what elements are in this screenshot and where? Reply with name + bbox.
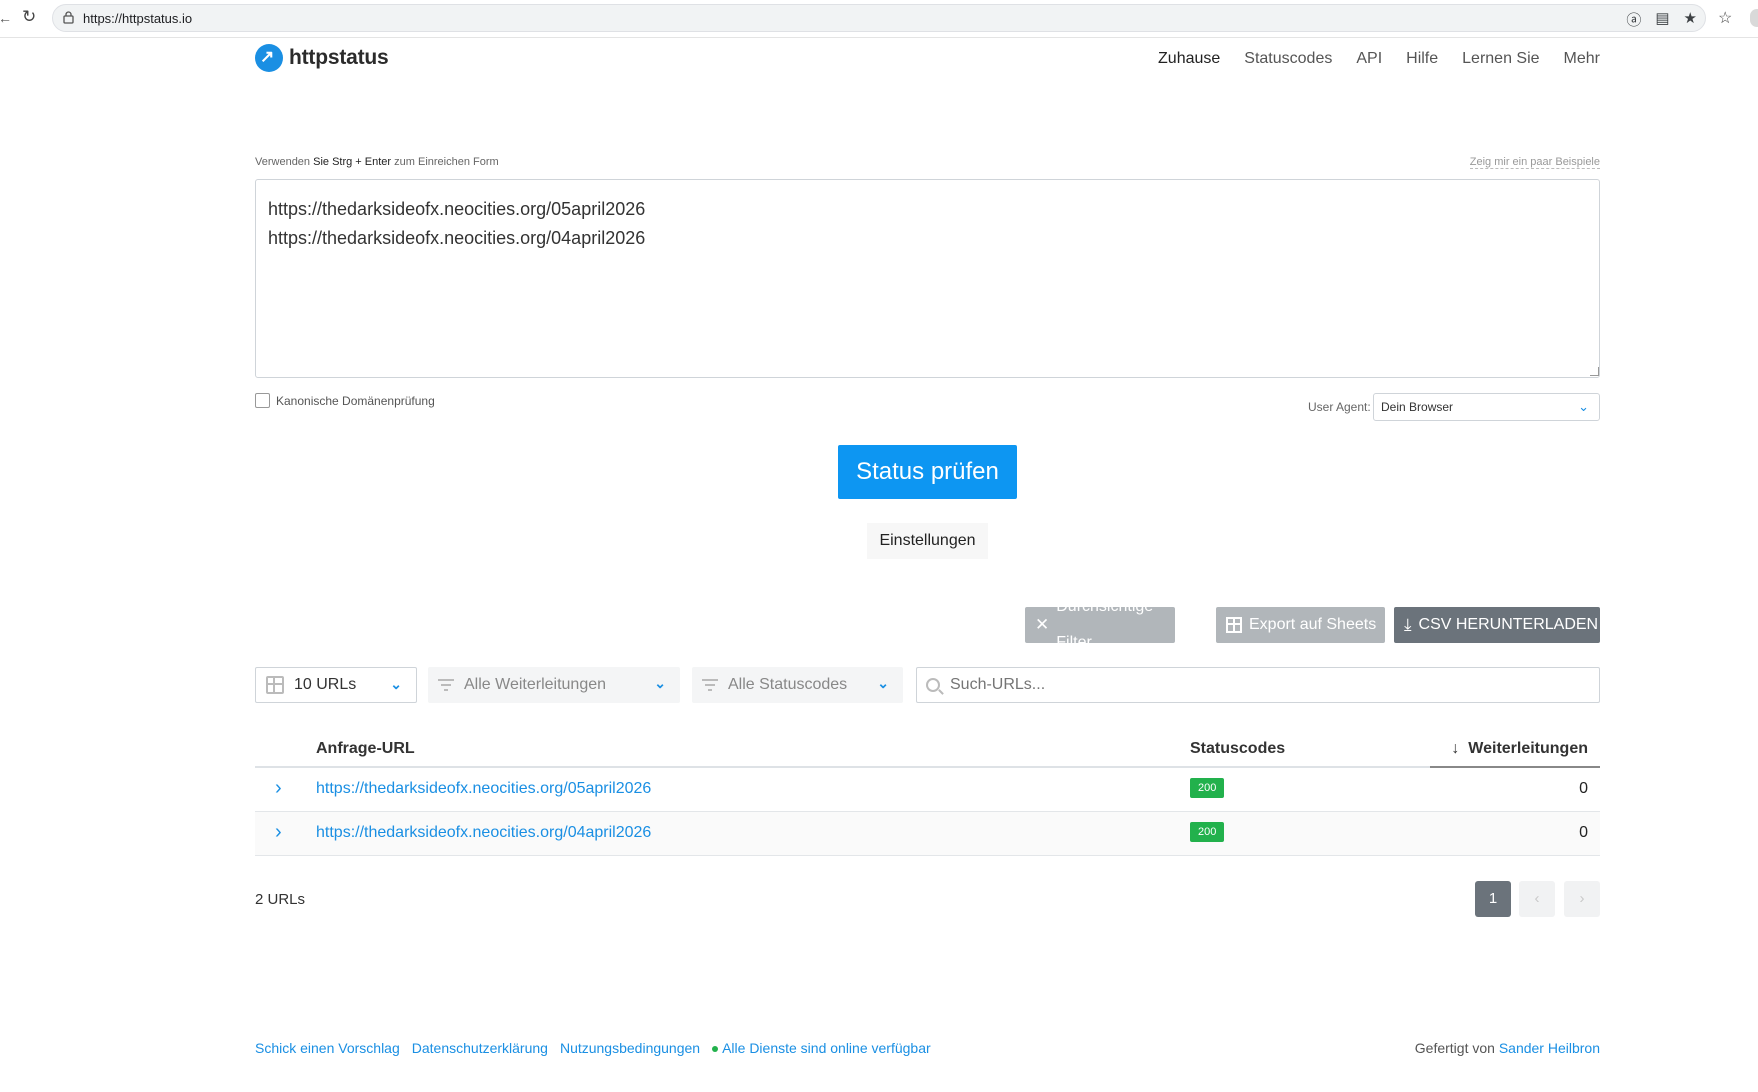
filter-icon bbox=[438, 679, 454, 691]
author-link[interactable]: Sander Heilbron bbox=[1499, 1040, 1600, 1056]
chevron-down-icon: ⌄ bbox=[877, 675, 889, 691]
translate-icon[interactable]: ⓐ bbox=[1626, 9, 1641, 30]
redirect-count: 0 bbox=[1579, 824, 1588, 841]
nav-help[interactable]: Hilfe bbox=[1406, 50, 1438, 68]
request-url-link[interactable]: https://thedarksideofx.neocities.org/05a… bbox=[316, 780, 651, 798]
logo-icon: ↗ bbox=[255, 44, 283, 72]
reload-icon[interactable]: ↻ bbox=[22, 7, 36, 27]
search-input[interactable] bbox=[950, 676, 1550, 694]
table-row: › https://thedarksideofx.neocities.org/0… bbox=[255, 768, 1600, 812]
browser-toolbar: ← ↻ https://httpstatus.io ⓐ ▤ ★ ☆ bbox=[0, 0, 1758, 38]
redirect-filter-select[interactable]: Alle Weiterleitungen ⌄ bbox=[428, 667, 680, 703]
resize-handle-icon[interactable] bbox=[1590, 367, 1599, 376]
examples-link[interactable]: Zeig mir ein paar Beispiele bbox=[1469, 156, 1600, 169]
favorites-icon[interactable]: ☆ bbox=[1718, 8, 1732, 28]
brand-name: httpstatus bbox=[289, 46, 389, 69]
canonical-label: Kanonische Domänenprüfung bbox=[276, 393, 435, 408]
column-header-url[interactable]: Anfrage-URL bbox=[316, 740, 415, 758]
canonical-checkbox[interactable] bbox=[255, 393, 270, 408]
table-header: Anfrage-URL Statuscodes ↓ Weiterleitunge… bbox=[255, 730, 1600, 768]
pagination-prev-icon[interactable]: ‹ bbox=[1519, 881, 1555, 917]
status-badge: 200 bbox=[1190, 778, 1225, 798]
user-agent-label: User Agent: bbox=[1308, 400, 1371, 414]
brand-logo-link[interactable]: ↗ httpstatus bbox=[255, 44, 389, 72]
url-input-textarea[interactable]: https://thedarksideofx.neocities.org/05a… bbox=[255, 179, 1600, 378]
footer-link-privacy[interactable]: Datenschutzerklärung bbox=[412, 1040, 548, 1056]
close-icon: ✕ bbox=[1035, 615, 1050, 634]
csv-download-button[interactable]: ⤓ CSV HERUNTERLADEN bbox=[1394, 607, 1600, 643]
filter-icon bbox=[702, 679, 718, 691]
pagination-page-1[interactable]: 1 bbox=[1475, 881, 1511, 917]
search-icon bbox=[926, 678, 940, 692]
reader-icon[interactable]: ▤ bbox=[1655, 9, 1669, 30]
clear-filters-button[interactable]: ✕ Durchsichtige Filter bbox=[1025, 598, 1175, 651]
nav-api[interactable]: API bbox=[1356, 50, 1382, 68]
url-search[interactable] bbox=[916, 667, 1600, 703]
chevron-down-icon: ⌄ bbox=[654, 675, 666, 691]
address-bar[interactable]: https://httpstatus.io ⓐ ▤ ★ bbox=[52, 4, 1706, 32]
footer-link-suggestion[interactable]: Schick einen Vorschlag bbox=[255, 1040, 400, 1056]
request-url-link[interactable]: https://thedarksideofx.neocities.org/04a… bbox=[316, 824, 651, 842]
spreadsheet-icon bbox=[1226, 617, 1242, 633]
chevron-down-icon: ⌄ bbox=[390, 676, 402, 692]
keyboard-hint: Verwenden Sie Strg + Enter zum Einreiche… bbox=[255, 156, 499, 168]
column-header-redirects[interactable]: ↓ Weiterleitungen bbox=[1451, 740, 1588, 758]
lock-icon bbox=[63, 11, 74, 24]
page-size-select[interactable]: 10 URLs ⌄ bbox=[255, 667, 417, 703]
user-agent-value: Dein Browser bbox=[1381, 400, 1454, 414]
footer-link-terms[interactable]: Nutzungsbedingungen bbox=[560, 1040, 700, 1056]
redirect-count: 0 bbox=[1579, 780, 1588, 797]
sort-down-icon: ↓ bbox=[1451, 740, 1460, 757]
nav-status-codes[interactable]: Statuscodes bbox=[1244, 50, 1332, 68]
status-badge: 200 bbox=[1190, 822, 1225, 842]
user-agent-select[interactable]: Dein Browser ⌄ bbox=[1373, 393, 1600, 421]
check-status-button[interactable]: Status prüfen bbox=[838, 445, 1017, 499]
settings-button[interactable]: Einstellungen bbox=[867, 523, 988, 559]
export-sheets-button[interactable]: Export auf Sheets bbox=[1216, 607, 1385, 643]
footer-status-link[interactable]: Alle Dienste sind online verfügbar bbox=[712, 1040, 931, 1056]
main-nav: Zuhause Statuscodes API Hilfe Lernen Sie… bbox=[1158, 50, 1600, 68]
profile-avatar[interactable] bbox=[1750, 9, 1758, 27]
footer: Schick einen Vorschlag Datenschutzerklär… bbox=[255, 1040, 1600, 1056]
expand-chevron-icon[interactable]: › bbox=[275, 777, 282, 800]
address-text[interactable]: https://httpstatus.io bbox=[83, 11, 192, 26]
canonical-check-option[interactable]: Kanonische Domänenprüfung bbox=[255, 393, 435, 408]
site-header: ↗ httpstatus Zuhause Statuscodes API Hil… bbox=[255, 44, 1600, 76]
grid-icon bbox=[266, 676, 284, 694]
status-filter-select[interactable]: Alle Statuscodes ⌄ bbox=[692, 667, 903, 703]
online-status-dot-icon bbox=[712, 1046, 719, 1053]
bookmark-star-icon[interactable]: ★ bbox=[1684, 9, 1697, 30]
nav-learn[interactable]: Lernen Sie bbox=[1462, 50, 1539, 68]
table-row: › https://thedarksideofx.neocities.org/0… bbox=[255, 812, 1600, 856]
results-table: Anfrage-URL Statuscodes ↓ Weiterleitunge… bbox=[255, 730, 1600, 856]
footer-credit: Gefertigt von Sander Heilbron bbox=[1414, 1040, 1600, 1056]
result-count: 2 URLs bbox=[255, 891, 306, 908]
nav-more[interactable]: Mehr bbox=[1564, 50, 1600, 68]
expand-chevron-icon[interactable]: › bbox=[275, 821, 282, 844]
column-header-status[interactable]: Statuscodes bbox=[1190, 740, 1285, 758]
chevron-down-icon: ⌄ bbox=[1578, 399, 1589, 414]
nav-home[interactable]: Zuhause bbox=[1158, 50, 1220, 68]
back-icon[interactable]: ← bbox=[0, 10, 12, 26]
download-icon: ⤓ bbox=[1404, 615, 1412, 634]
pagination-next-icon[interactable]: › bbox=[1564, 881, 1600, 917]
